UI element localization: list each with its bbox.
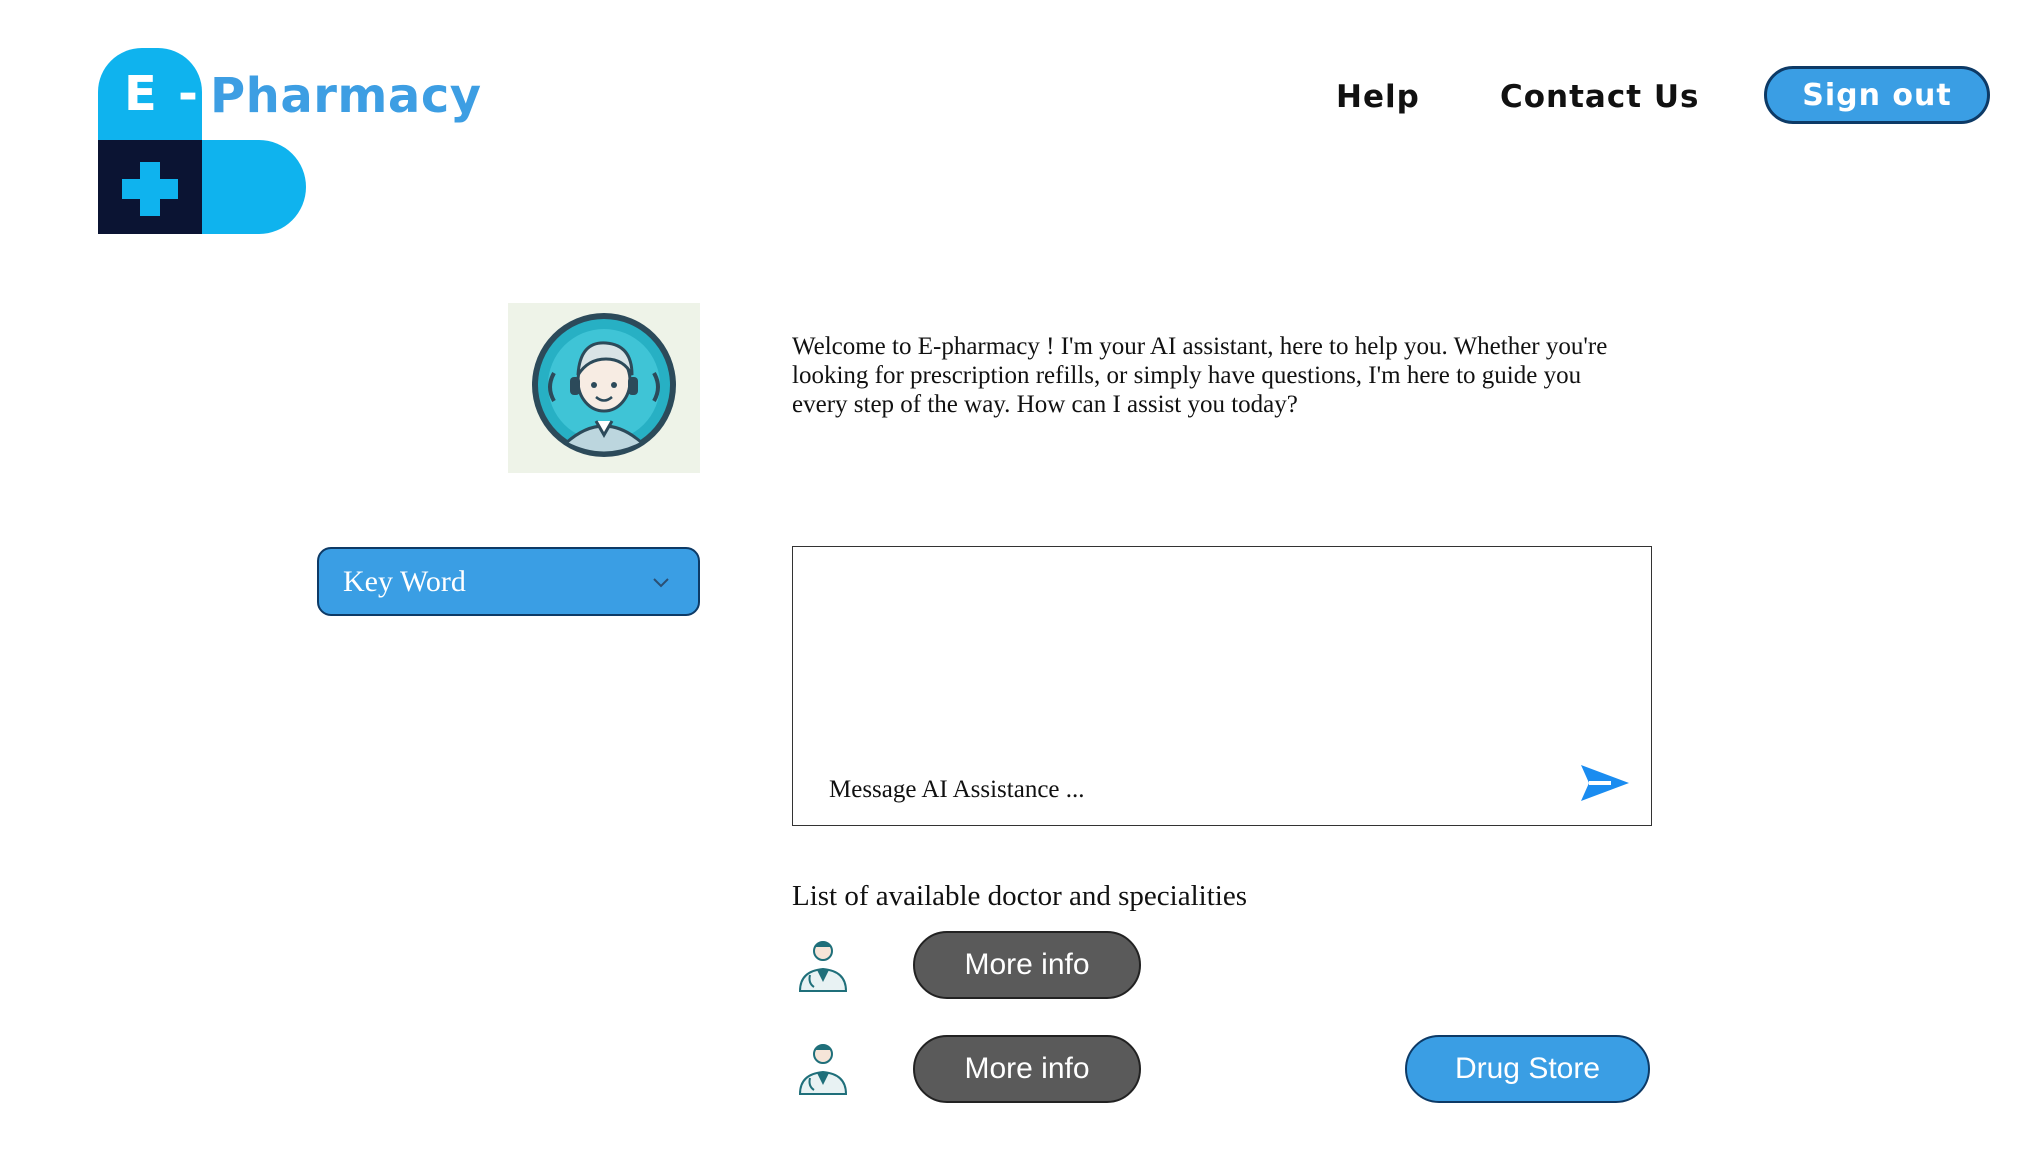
- logo-wordmark: Pharmacy: [210, 68, 482, 124]
- nav-help-link[interactable]: Help: [1336, 79, 1420, 115]
- keyword-select-value: Key Word: [343, 564, 466, 598]
- doctor-icon: [798, 1044, 848, 1095]
- chat-message-box[interactable]: [792, 546, 1652, 826]
- chat-message-input[interactable]: [827, 769, 1551, 811]
- e-pharmacy-logo[interactable]: E - Pharmacy: [98, 48, 484, 236]
- chevron-down-icon: [653, 578, 669, 588]
- nav-contact-us-link[interactable]: Contact Us: [1500, 79, 1699, 115]
- drug-store-button[interactable]: Drug Store: [1405, 1035, 1650, 1103]
- assistant-welcome-message: Welcome to E-pharmacy ! I'm your AI assi…: [792, 333, 1608, 418]
- logo-letter: E: [124, 66, 157, 122]
- more-info-button[interactable]: More info: [913, 931, 1141, 999]
- keyword-select[interactable]: Key Word: [317, 547, 700, 616]
- sign-out-button[interactable]: Sign out: [1764, 66, 1990, 124]
- logo-cross-icon-bar: [122, 179, 178, 199]
- more-info-button[interactable]: More info: [913, 1035, 1141, 1103]
- send-icon[interactable]: [1579, 761, 1631, 805]
- ai-assistant-avatar-icon: [508, 303, 700, 473]
- doctor-icon: [798, 941, 848, 992]
- logo-capsule-right: [202, 140, 306, 234]
- doctor-list-heading: List of available doctor and specialitie…: [792, 880, 1247, 912]
- logo-dash: -: [178, 66, 198, 122]
